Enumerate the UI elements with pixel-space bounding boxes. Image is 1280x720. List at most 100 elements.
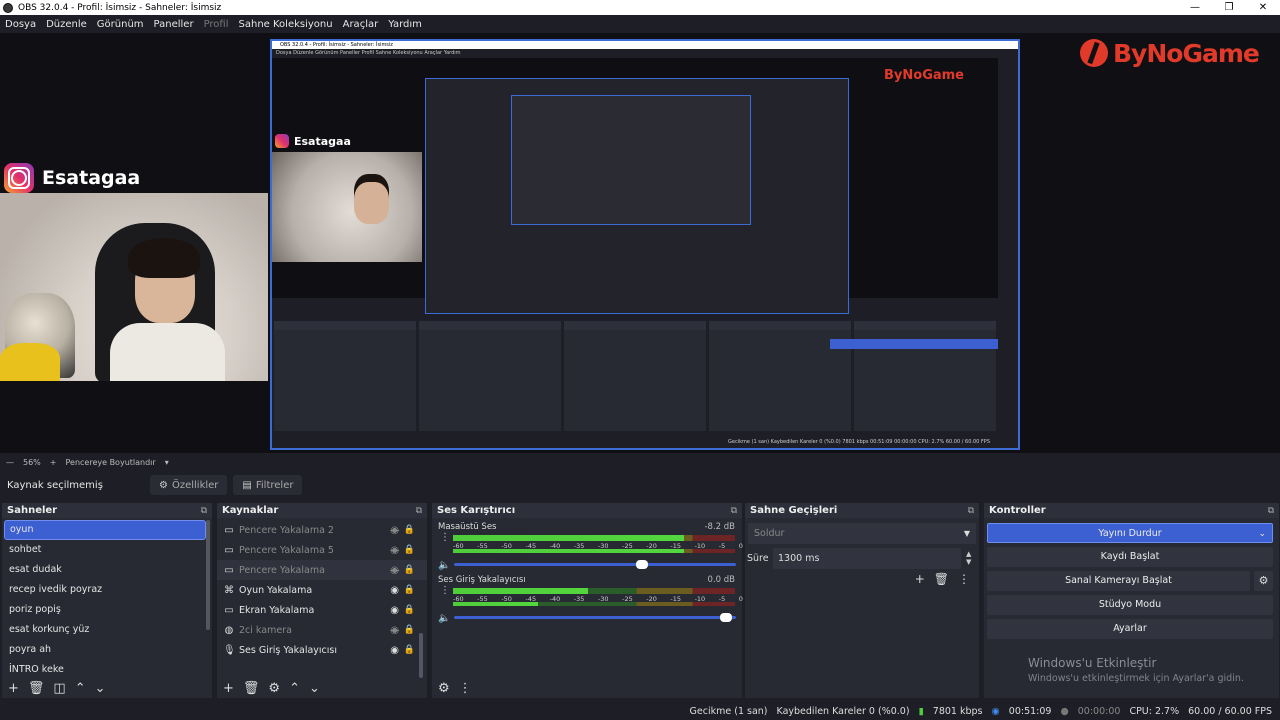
remove-scene-icon[interactable]: 🗑 (28, 681, 45, 696)
remove-transition-icon[interactable]: 🗑 (934, 572, 949, 586)
zoom-fit-button[interactable]: Pencereye Boyutlandır (65, 458, 155, 467)
filters-button[interactable]: ▤ Filtreler (233, 475, 303, 495)
source-item[interactable]: ▭ Pencere Yakalama ◉ 🔒 (217, 560, 427, 580)
zoom-in-icon[interactable]: + (50, 458, 57, 467)
virtual-camera-settings-icon[interactable]: ⚙ (1254, 571, 1273, 591)
close-icon[interactable]: ✕ (1246, 2, 1280, 13)
undock-icon[interactable]: ⧉ (968, 506, 974, 516)
menu-sahne-koleksiyonu[interactable]: Sahne Koleksiyonu (239, 19, 333, 30)
tick-label: -20 (646, 595, 657, 603)
menu-dosya[interactable]: Dosya (5, 19, 36, 30)
source-item[interactable]: ▭ Pencere Yakalama 2 ◉ 🔒 (217, 520, 427, 540)
add-source-icon[interactable]: + (223, 681, 234, 696)
source-name: Pencere Yakalama 5 (239, 544, 334, 556)
source-item[interactable]: ▭ Pencere Yakalama 5 ◉ 🔒 (217, 540, 427, 560)
sources-toolbar: + 🗑 ⚙ ⌃ ⌄ (217, 678, 427, 698)
volume-slider[interactable] (454, 560, 736, 569)
volume-knob[interactable] (720, 613, 733, 622)
move-up-icon[interactable]: ⌃ (75, 681, 86, 696)
volume-knob[interactable] (635, 560, 648, 569)
scene-item[interactable]: recep ivedik poyraz (4, 580, 206, 600)
channel-menu-icon[interactable]: ⋮ (440, 586, 450, 596)
visibility-off-icon[interactable]: ◉ (390, 545, 399, 556)
maximize-icon[interactable]: ❐ (1212, 2, 1246, 13)
menu-paneller[interactable]: Paneller (154, 19, 194, 30)
menu-araclar[interactable]: Araçlar (343, 19, 379, 30)
lock-icon[interactable]: 🔒 (404, 645, 415, 655)
mixer-menu-icon[interactable]: ⋮ (459, 681, 472, 696)
scene-item[interactable]: esat korkunç yüz (4, 620, 206, 640)
menu-gorunum[interactable]: Görünüm (97, 19, 144, 30)
visibility-off-icon[interactable]: ◉ (390, 625, 399, 636)
scene-item[interactable]: sohbet (4, 540, 206, 560)
sources-title: Kaynaklar (222, 505, 279, 516)
tick-label: -55 (477, 542, 488, 550)
scenes-title: Sahneler (7, 505, 58, 516)
scene-item[interactable]: oyun (4, 520, 206, 540)
start-virtual-camera-button[interactable]: Sanal Kamerayı Başlat (987, 571, 1250, 591)
move-down-icon[interactable]: ⌄ (95, 681, 106, 696)
visibility-off-icon[interactable]: ◉ (390, 565, 399, 576)
visibility-icon[interactable]: ◉ (390, 645, 399, 656)
sources-scrollbar[interactable] (419, 633, 423, 678)
duration-stepper-icon[interactable]: ▲ ▼ (966, 550, 971, 566)
zoom-out-icon[interactable]: — (6, 458, 14, 467)
settings-button[interactable]: Ayarlar (987, 619, 1273, 639)
source-list: ▭ Pencere Yakalama 2 ◉ 🔒 ▭ Pencere Yakalama… (217, 520, 427, 660)
nested-stream-button (830, 339, 998, 349)
source-item[interactable]: ◍ 2ci kamera ◉ 🔒 (217, 620, 427, 640)
lock-icon[interactable]: 🔒 (404, 525, 415, 535)
menu-yardim[interactable]: Yardım (388, 19, 422, 30)
properties-button[interactable]: ⚙ Özellikler (150, 475, 228, 495)
lock-icon[interactable]: 🔒 (404, 565, 415, 575)
advanced-audio-icon[interactable]: ⚙ (438, 681, 450, 696)
menu-profil[interactable]: Profil (204, 19, 229, 30)
scenes-scrollbar[interactable] (206, 520, 210, 630)
volume-slider[interactable] (454, 613, 736, 622)
channel-menu-icon[interactable]: ⋮ (440, 533, 450, 543)
mixer-toolbar: ⚙ ⋮ (432, 678, 742, 698)
visibility-icon[interactable]: ◉ (390, 585, 399, 596)
menu-duzenle[interactable]: Düzenle (46, 19, 87, 30)
add-scene-icon[interactable]: + (8, 681, 19, 696)
duration-input[interactable]: 1300 ms (773, 547, 961, 569)
source-item[interactable]: ⌘ Oyun Yakalama ◉ 🔒 (217, 580, 427, 600)
undock-icon[interactable]: ⧉ (416, 506, 422, 516)
start-recording-button[interactable]: Kaydı Başlat (987, 547, 1273, 567)
scene-item[interactable]: poriz popiş (4, 600, 206, 620)
undock-icon[interactable]: ⧉ (201, 506, 207, 516)
lock-icon[interactable]: 🔒 (404, 585, 415, 595)
scene-item[interactable]: esat dudak (4, 560, 206, 580)
scene-item[interactable]: İNTRO keke (4, 660, 206, 676)
undock-icon[interactable]: ⧉ (731, 506, 737, 516)
transition-select[interactable]: Soldur ▼ (748, 523, 976, 544)
source-item[interactable]: 🎙 Ses Giriş Yakalayıcısı ◉ 🔒 (217, 640, 427, 660)
transition-menu-icon[interactable]: ⋮ (958, 572, 970, 586)
gamepad-icon: ⌘ (224, 584, 234, 596)
scene-filters-icon[interactable]: ◫ (53, 681, 65, 696)
move-down-icon[interactable]: ⌄ (309, 681, 320, 696)
lock-icon[interactable]: 🔒 (404, 625, 415, 635)
preview-canvas[interactable]: Esatagaa ByNoGame OBS 32.0.4 - Profil: İ… (0, 33, 1280, 453)
undock-icon[interactable]: ⧉ (1268, 506, 1274, 516)
source-item[interactable]: ▭ Ekran Yakalama ◉ 🔒 (217, 600, 427, 620)
visibility-icon[interactable]: ◉ (390, 605, 399, 616)
stop-stream-button[interactable]: Yayını Durdur ⌄ (987, 523, 1273, 543)
remove-source-icon[interactable]: 🗑 (243, 681, 260, 696)
lock-icon[interactable]: 🔒 (404, 545, 415, 555)
lock-icon[interactable]: 🔒 (404, 605, 415, 615)
minimize-icon[interactable]: — (1178, 2, 1212, 13)
studio-mode-button[interactable]: Stüdyo Modu (987, 595, 1273, 615)
visibility-off-icon[interactable]: ◉ (390, 525, 399, 536)
speaker-icon[interactable]: 🔈 (438, 613, 450, 624)
add-transition-icon[interactable]: + (915, 572, 925, 586)
gear-icon: ⚙ (159, 479, 168, 491)
zoom-dropdown-icon[interactable]: ▾ (165, 458, 169, 467)
scene-item[interactable]: poyra ah (4, 640, 206, 660)
windows-activation-text: Windows'u etkinleştirmek için Ayarlar'a … (1028, 673, 1244, 684)
speaker-icon[interactable]: 🔈 (438, 560, 450, 571)
source-properties-icon[interactable]: ⚙ (268, 681, 280, 696)
chevron-down-icon[interactable]: ⌄ (1258, 524, 1266, 544)
move-up-icon[interactable]: ⌃ (289, 681, 300, 696)
window-titlebar: OBS 32.0.4 - Profil: İsimsiz - Sahneler:… (0, 0, 1280, 15)
